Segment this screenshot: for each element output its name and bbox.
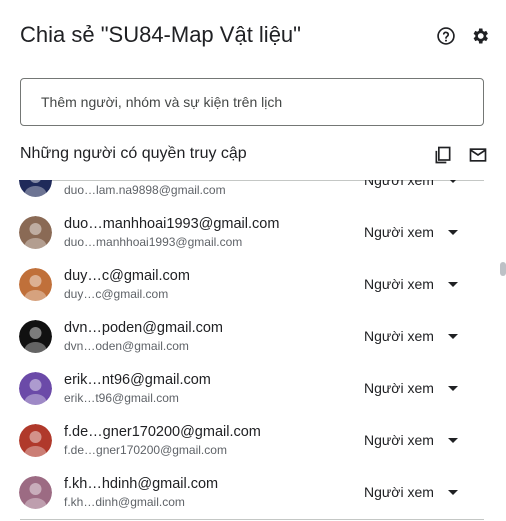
role-label: Người xem [364, 276, 434, 292]
role-dropdown[interactable]: Người xem [364, 273, 464, 295]
people-list[interactable]: duo…lam.na9898@gmail.com Người xem duo…man… [0, 180, 506, 521]
person-row: f.de…gner170200@gmail.com f.de…gner170200… [0, 414, 506, 466]
person-email: duy…c@gmail.com [64, 287, 169, 301]
dialog-header: Chia sẻ "SU84-Map Vật liệu" [20, 20, 492, 52]
help-circle-icon[interactable] [434, 24, 458, 48]
person-name: f.kh…hdinh@gmail.com [64, 476, 219, 492]
person-email: dvn…oden@gmail.com [64, 339, 189, 353]
role-dropdown[interactable]: Người xem [364, 481, 464, 503]
avatar [19, 372, 52, 405]
person-name: dvn…poden@gmail.com [64, 320, 223, 336]
avatar [19, 424, 52, 457]
avatar [19, 476, 52, 509]
avatar [19, 320, 52, 353]
role-dropdown[interactable]: Người xem [364, 429, 464, 451]
person-row: f.kh…hdinh@gmail.com f.kh…dinh@gmail.com N… [0, 466, 506, 518]
chevron-down-icon [447, 489, 458, 495]
person-row: duy…c@gmail.com duy…c@gmail.com Người xem [0, 258, 506, 310]
role-label: Người xem [364, 328, 434, 344]
role-label: Người xem [364, 224, 434, 240]
add-people-field[interactable] [20, 78, 484, 126]
person-name: duo…manhhoai1993@gmail.com [64, 216, 280, 232]
chevron-down-icon [447, 281, 458, 287]
list-bottom-divider [20, 519, 484, 520]
role-label: Người xem [364, 380, 434, 396]
avatar [19, 180, 52, 197]
role-dropdown[interactable]: Người xem [364, 180, 464, 191]
role-label: Người xem [364, 484, 434, 500]
chevron-down-icon [447, 437, 458, 443]
chevron-down-icon [447, 385, 458, 391]
person-email: erik…t96@gmail.com [64, 391, 179, 405]
copy-icon[interactable] [432, 144, 454, 166]
person-row: duo…manhhoai1993@gmail.com duo…manhhoai19… [0, 206, 506, 258]
dialog-title: Chia sẻ "SU84-Map Vật liệu" [20, 22, 301, 47]
person-row: duo…lam.na9898@gmail.com Người xem [0, 180, 506, 206]
person-row: erik…nt96@gmail.com erik…t96@gmail.com Ngư… [0, 362, 506, 414]
person-row: dvn…poden@gmail.com dvn…oden@gmail.com Ngư… [0, 310, 506, 362]
person-email: duo…manhhoai1993@gmail.com [64, 235, 243, 249]
person-email: duo…lam.na9898@gmail.com [64, 183, 226, 197]
role-dropdown[interactable]: Người xem [364, 325, 464, 347]
role-label: Người xem [364, 180, 434, 188]
chevron-down-icon [447, 180, 458, 183]
gear-icon[interactable] [468, 24, 492, 48]
chevron-down-icon [447, 333, 458, 339]
person-email: f.de…gner170200@gmail.com [64, 443, 227, 457]
avatar [19, 216, 52, 249]
role-dropdown[interactable]: Người xem [364, 377, 464, 399]
scrollbar-thumb[interactable] [500, 262, 506, 276]
person-name: f.de…gner170200@gmail.com [64, 424, 261, 440]
person-email: f.kh…dinh@gmail.com [64, 495, 185, 509]
access-section-title: Những người có quyền truy cập [20, 145, 247, 162]
person-name: erik…nt96@gmail.com [64, 372, 211, 388]
chevron-down-icon [447, 229, 458, 235]
role-dropdown[interactable]: Người xem [364, 221, 464, 243]
person-name: duy…c@gmail.com [64, 268, 190, 284]
role-label: Người xem [364, 432, 434, 448]
mail-icon[interactable] [467, 144, 489, 166]
avatar [19, 268, 52, 301]
add-people-input[interactable] [21, 79, 483, 125]
